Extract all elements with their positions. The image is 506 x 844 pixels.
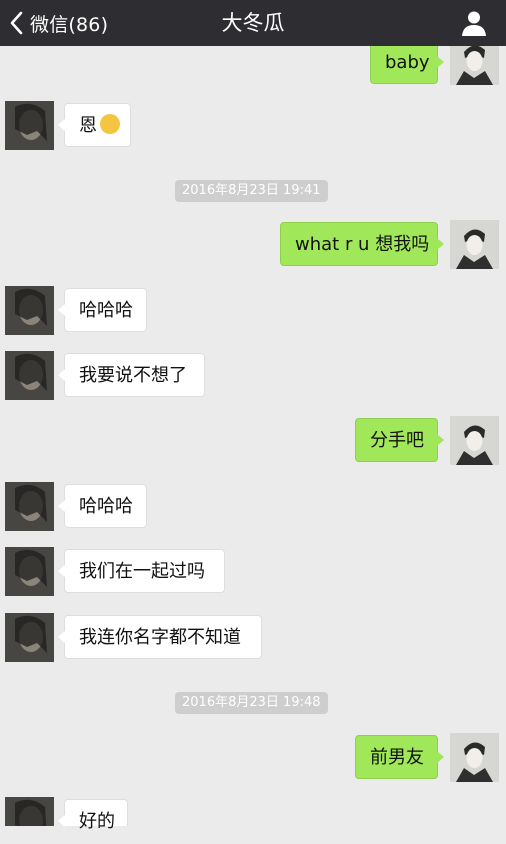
contact-avatar[interactable] <box>5 482 54 531</box>
message-text: 分手吧 <box>370 430 424 451</box>
my-message-bubble[interactable]: what r u 想我吗 <box>280 222 444 266</box>
message-text: 我连你名字都不知道 <box>79 627 241 648</box>
my-message-bubble[interactable]: 前男友 <box>355 735 444 779</box>
contact-avatar[interactable] <box>5 286 54 335</box>
contact-avatar[interactable] <box>5 351 54 400</box>
contact-message-bubble[interactable]: 好的 <box>58 799 128 832</box>
contact-message-bubble[interactable]: 哈哈哈 <box>58 484 147 528</box>
contact-avatar[interactable] <box>5 547 54 596</box>
chat-message-list[interactable]: baby 恩 2016年8月23日 19:41 what r u 想我吗 哈哈哈 <box>0 0 506 832</box>
contact-avatar[interactable] <box>5 797 54 826</box>
message-text: 我们在一起过吗 <box>79 561 205 582</box>
message-text: 前男友 <box>370 747 424 768</box>
contact-avatar[interactable] <box>5 101 54 150</box>
timestamp-divider: 2016年8月23日 19:48 <box>175 692 328 714</box>
timestamp-divider: 2016年8月23日 19:41 <box>175 180 328 202</box>
top-navigation-bar: 微信(86) 大冬瓜 <box>0 0 506 46</box>
profile-icon[interactable] <box>460 9 488 37</box>
contact-avatar[interactable] <box>5 613 54 662</box>
message-text: baby <box>385 52 430 73</box>
disappointed-face-emoji <box>100 114 120 134</box>
contact-message-bubble[interactable]: 哈哈哈 <box>58 288 147 332</box>
message-text: 好的 <box>79 811 115 832</box>
chevron-left-icon <box>10 11 23 35</box>
my-avatar[interactable] <box>450 220 499 269</box>
my-message-bubble[interactable]: 分手吧 <box>355 418 444 462</box>
contact-message-bubble[interactable]: 我们在一起过吗 <box>58 549 225 593</box>
message-text: 哈哈哈 <box>79 300 133 321</box>
contact-message-bubble[interactable]: 恩 <box>58 103 131 147</box>
contact-message-bubble[interactable]: 我要说不想了 <box>58 353 205 397</box>
message-text: what r u 想我吗 <box>295 234 430 255</box>
contact-message-bubble[interactable]: 我连你名字都不知道 <box>58 615 262 659</box>
message-text: 我要说不想了 <box>79 365 187 386</box>
back-button[interactable]: 微信(86) <box>6 0 108 46</box>
my-message-bubble[interactable]: baby <box>370 40 444 84</box>
my-avatar[interactable] <box>450 416 499 465</box>
my-avatar[interactable] <box>450 733 499 782</box>
message-text: 恩 <box>79 115 97 136</box>
message-text: 哈哈哈 <box>79 496 133 517</box>
back-label: 微信(86) <box>30 13 109 36</box>
